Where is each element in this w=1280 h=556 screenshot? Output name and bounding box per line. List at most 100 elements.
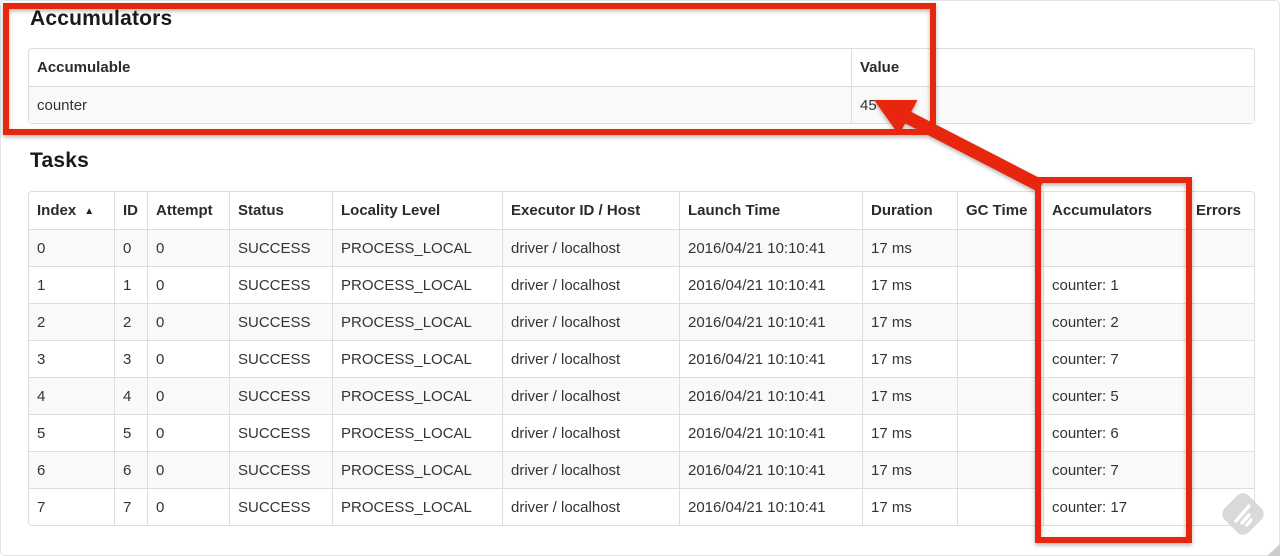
task-cell: 2016/04/21 10:10:41 — [679, 377, 862, 414]
tasks-heading: Tasks — [30, 149, 89, 172]
task-cell: SUCCESS — [229, 488, 332, 525]
column-header-executor-id-host[interactable]: Executor ID / Host — [502, 192, 679, 229]
task-cell: 1 — [114, 266, 147, 303]
task-cell: 1 — [29, 266, 114, 303]
task-cell — [1043, 229, 1187, 266]
task-cell: driver / localhost — [502, 303, 679, 340]
task-cell — [957, 229, 1043, 266]
accumulator-row: counter 45 — [29, 86, 1254, 123]
task-cell: driver / localhost — [502, 266, 679, 303]
task-row: 7 7 0 SUCCESS PROCESS_LOCAL driver / localhos… — [29, 488, 1254, 525]
task-row: 6 6 0 SUCCESS PROCESS_LOCAL driver / localhos… — [29, 451, 1254, 488]
task-cell: 2016/04/21 10:10:41 — [679, 340, 862, 377]
task-cell: 0 — [147, 488, 229, 525]
task-cell — [1187, 377, 1254, 414]
task-cell: 17 ms — [862, 340, 957, 377]
task-cell: 6 — [29, 451, 114, 488]
task-cell: PROCESS_LOCAL — [332, 414, 502, 451]
task-cell: driver / localhost — [502, 488, 679, 525]
accumulators-header-row: Accumulable Value — [29, 49, 1254, 86]
task-cell: 2 — [29, 303, 114, 340]
accumulable-column-header: Accumulable — [37, 59, 131, 76]
task-cell: 3 — [114, 340, 147, 377]
task-cell — [1187, 451, 1254, 488]
task-cell: SUCCESS — [229, 303, 332, 340]
task-cell: 2016/04/21 10:10:41 — [679, 303, 862, 340]
task-row: 5 5 0 SUCCESS PROCESS_LOCAL driver / localhos… — [29, 414, 1254, 451]
task-cell — [1187, 229, 1254, 266]
task-cell: counter: 1 — [1043, 266, 1187, 303]
task-cell: SUCCESS — [229, 266, 332, 303]
task-cell — [957, 377, 1043, 414]
column-header-index[interactable]: Index ▲ — [29, 192, 114, 229]
column-header-launch-time[interactable]: Launch Time — [679, 192, 862, 229]
task-cell: PROCESS_LOCAL — [332, 303, 502, 340]
task-cell: 17 ms — [862, 266, 957, 303]
task-cell: 0 — [147, 303, 229, 340]
task-cell: 7 — [114, 488, 147, 525]
task-cell: 17 ms — [862, 377, 957, 414]
task-cell: driver / localhost — [502, 451, 679, 488]
task-row: 3 3 0 SUCCESS PROCESS_LOCAL driver / localhos… — [29, 340, 1254, 377]
task-cell: SUCCESS — [229, 414, 332, 451]
column-header-status[interactable]: Status — [229, 192, 332, 229]
task-cell: 2016/04/21 10:10:41 — [679, 229, 862, 266]
task-row: 0 0 0 SUCCESS PROCESS_LOCAL driver / localhos… — [29, 229, 1254, 266]
task-cell: SUCCESS — [229, 451, 332, 488]
task-cell: PROCESS_LOCAL — [332, 377, 502, 414]
task-cell — [1187, 303, 1254, 340]
task-cell: 5 — [114, 414, 147, 451]
task-cell: 0 — [147, 377, 229, 414]
task-cell — [957, 266, 1043, 303]
task-cell: 6 — [114, 451, 147, 488]
accumulators-heading: Accumulators — [30, 7, 173, 30]
column-header-id[interactable]: ID — [114, 192, 147, 229]
accumulable-name-cell: counter — [29, 86, 851, 123]
column-header-errors[interactable]: Errors — [1187, 192, 1254, 229]
column-header-locality-level[interactable]: Locality Level — [332, 192, 502, 229]
task-cell: 0 — [147, 340, 229, 377]
accumulators-table: Accumulable Value counter 45 — [28, 48, 1255, 124]
column-header-index-label: Index — [37, 202, 77, 219]
task-cell: PROCESS_LOCAL — [332, 488, 502, 525]
task-cell: driver / localhost — [502, 229, 679, 266]
task-cell: SUCCESS — [229, 377, 332, 414]
task-cell — [957, 303, 1043, 340]
task-cell: driver / localhost — [502, 414, 679, 451]
value-column-header: Value — [851, 49, 1254, 86]
column-header-attempt[interactable]: Attempt — [147, 192, 229, 229]
task-cell — [1187, 488, 1254, 525]
cursor-corner-shape — [1267, 544, 1280, 556]
task-cell — [957, 340, 1043, 377]
tasks-header-row: Index ▲ ID Attempt Status Locality Level … — [29, 192, 1254, 229]
task-cell: 0 — [147, 229, 229, 266]
task-cell: 0 — [147, 266, 229, 303]
task-cell: PROCESS_LOCAL — [332, 340, 502, 377]
task-cell — [1187, 340, 1254, 377]
task-cell — [957, 451, 1043, 488]
task-cell: 17 ms — [862, 414, 957, 451]
task-cell: 17 ms — [862, 451, 957, 488]
task-cell: PROCESS_LOCAL — [332, 451, 502, 488]
task-cell: PROCESS_LOCAL — [332, 266, 502, 303]
column-header-accumulators[interactable]: Accumulators — [1043, 192, 1187, 229]
task-cell: counter: 17 — [1043, 488, 1187, 525]
task-cell — [957, 488, 1043, 525]
task-cell: 0 — [114, 229, 147, 266]
task-cell: counter: 2 — [1043, 303, 1187, 340]
accumulable-value-cell: 45 — [851, 86, 1254, 123]
task-cell: 0 — [29, 229, 114, 266]
task-cell: counter: 6 — [1043, 414, 1187, 451]
task-cell: 7 — [29, 488, 114, 525]
task-cell: 2016/04/21 10:10:41 — [679, 488, 862, 525]
task-cell: SUCCESS — [229, 340, 332, 377]
task-cell: 0 — [147, 414, 229, 451]
task-cell: 2016/04/21 10:10:41 — [679, 451, 862, 488]
task-cell: 17 ms — [862, 488, 957, 525]
task-cell: 5 — [29, 414, 114, 451]
column-header-duration[interactable]: Duration — [862, 192, 957, 229]
column-header-gc-time[interactable]: GC Time — [957, 192, 1043, 229]
task-row: 1 1 0 SUCCESS PROCESS_LOCAL driver / localhos… — [29, 266, 1254, 303]
task-cell: SUCCESS — [229, 229, 332, 266]
task-cell: 3 — [29, 340, 114, 377]
